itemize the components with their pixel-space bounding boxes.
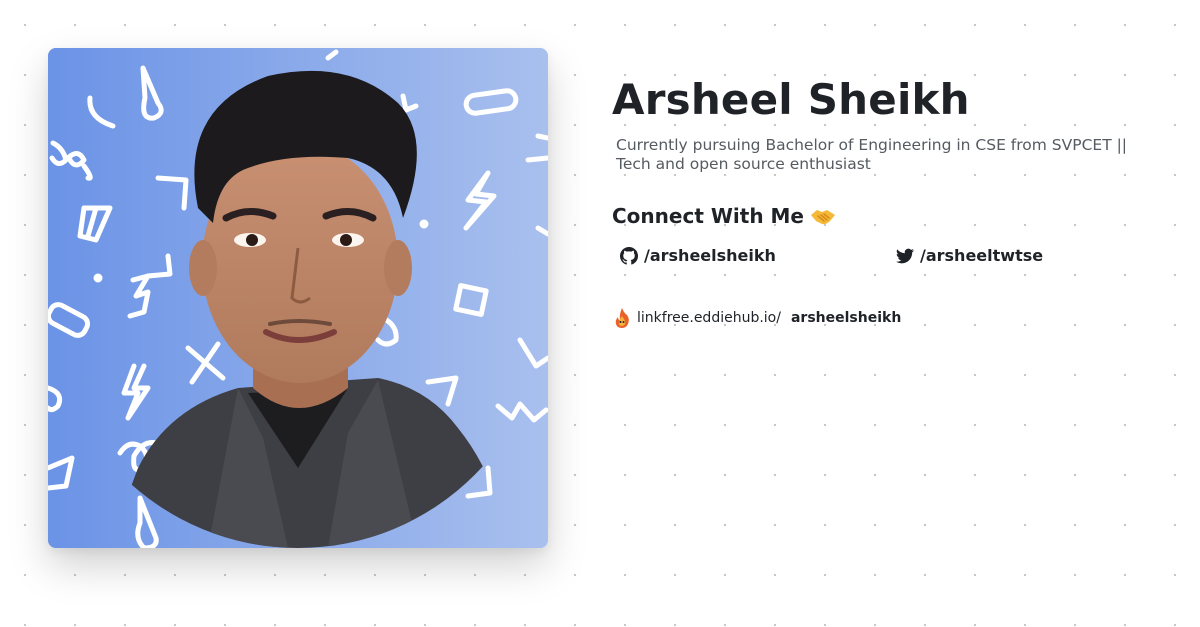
linkfree-username: arsheelsheikh bbox=[790, 310, 902, 326]
profile-bio: Currently pursuing Bachelor of Engineeri… bbox=[616, 136, 1128, 173]
connect-heading: Connect With Me bbox=[612, 202, 1172, 230]
profile-name: Arsheel Sheikh bbox=[612, 75, 970, 124]
profile-photo-illustration bbox=[48, 48, 548, 548]
social-links: /arsheelsheikh /arsheeltwtse bbox=[612, 244, 1172, 270]
github-handle: /arsheelsheikh bbox=[644, 246, 776, 265]
linkfree-flame-icon bbox=[613, 307, 631, 329]
profile-info: Arsheel Sheikh Currently pursuing Bachel… bbox=[612, 72, 1172, 270]
handshake-icon bbox=[810, 206, 836, 226]
github-icon bbox=[620, 247, 638, 265]
twitter-link[interactable]: /arsheeltwtse bbox=[896, 244, 1043, 268]
twitter-icon bbox=[896, 247, 914, 265]
profile-photo bbox=[48, 48, 548, 548]
linkfree-domain: linkfree.eddiehub.io/ bbox=[637, 310, 781, 326]
github-link[interactable]: /arsheelsheikh bbox=[620, 244, 776, 268]
twitter-handle: /arsheeltwtse bbox=[920, 246, 1044, 265]
connect-heading-text: Connect With Me bbox=[612, 204, 804, 228]
linkfree-link[interactable]: linkfree.eddiehub.io/ arsheelsheikh bbox=[613, 307, 901, 329]
